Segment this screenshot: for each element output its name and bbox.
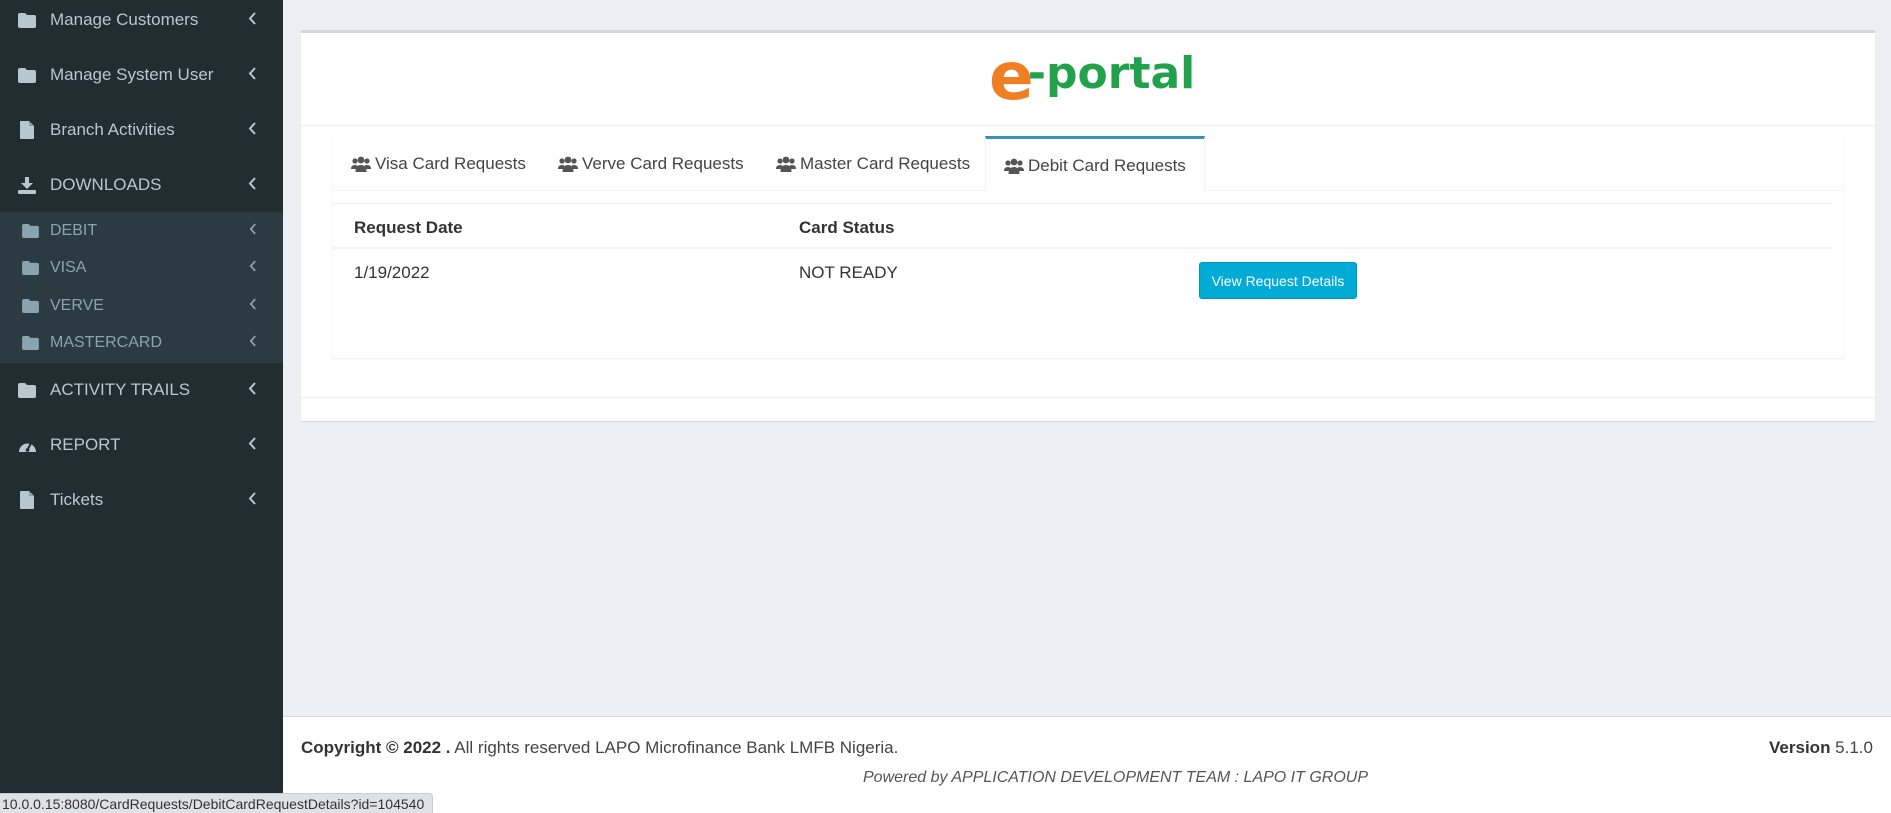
folder-icon xyxy=(16,382,38,398)
folder-icon xyxy=(16,12,38,28)
request-date-cell: 1/19/2022 xyxy=(354,263,430,282)
chevron-left-icon xyxy=(248,380,257,400)
sidebar-item-label: Manage System User xyxy=(50,65,214,84)
chevron-left-icon xyxy=(248,10,257,30)
submenu-item-label: VISA xyxy=(50,258,87,276)
divider xyxy=(301,397,1875,398)
status-bar-url: 10.0.0.15:8080/CardRequests/DebitCardReq… xyxy=(0,793,434,813)
column-header-card-status: Card Status xyxy=(799,218,895,237)
tab-label: Debit Card Requests xyxy=(1028,155,1186,175)
folder-icon xyxy=(20,260,40,275)
sidebar-item-branch-activities[interactable]: Branch Activities xyxy=(0,105,283,155)
logo-text: -portal xyxy=(1027,48,1196,99)
users-icon xyxy=(1004,158,1024,174)
chevron-left-icon xyxy=(248,175,257,195)
divider xyxy=(301,125,1875,126)
sidebar-item-activity-trails[interactable]: ACTIVITY TRAILS xyxy=(0,365,283,415)
logo-e-mark: e xyxy=(989,38,1034,115)
copyright-text: All rights reserved LAPO Microfinance Ba… xyxy=(450,738,899,757)
submenu-item-mastercard[interactable]: MASTERCARD xyxy=(0,324,283,361)
sidebar-item-tickets[interactable]: Tickets xyxy=(0,475,283,525)
chevron-left-icon xyxy=(249,334,257,352)
chevron-left-icon xyxy=(249,259,257,277)
sidebar-item-label: Manage Customers xyxy=(50,10,199,29)
card-request-tabs: Visa Card Requests Verve Card Requests M… xyxy=(333,136,1843,358)
sidebar-item-manage-system-user[interactable]: Manage System User xyxy=(0,50,283,100)
submenu-item-verve[interactable]: VERVE xyxy=(0,287,283,324)
users-icon xyxy=(776,156,796,172)
footer: Copyright © 2022 . All rights reserved L… xyxy=(283,716,1891,813)
submenu-item-label: MASTERCARD xyxy=(50,333,163,351)
tab-bar: Visa Card Requests Verve Card Requests M… xyxy=(333,136,1843,192)
sidebar-item-report[interactable]: REPORT xyxy=(0,420,283,470)
tab-label: Master Card Requests xyxy=(800,153,971,173)
sidebar-item-label: ACTIVITY TRAILS xyxy=(50,380,191,399)
sidebar-item-label: Branch Activities xyxy=(50,120,175,139)
version-value: 5.1.0 xyxy=(1830,738,1873,757)
submenu-item-label: DEBIT xyxy=(50,221,98,239)
tab-label: Verve Card Requests xyxy=(582,153,744,173)
file-icon xyxy=(16,121,38,139)
version-info: Version 5.1.0 xyxy=(1769,738,1873,758)
sidebar-item-label: DOWNLOADS xyxy=(50,175,162,194)
folder-icon xyxy=(20,298,40,313)
submenu-item-debit[interactable]: DEBIT xyxy=(0,212,283,249)
chevron-left-icon xyxy=(248,490,257,510)
chevron-left-icon xyxy=(248,435,257,455)
version-label: Version xyxy=(1769,738,1831,757)
view-request-details-button[interactable]: View Request Details xyxy=(1199,262,1357,299)
sidebar-item-label: Tickets xyxy=(50,490,104,509)
tab-debit-card-requests[interactable]: Debit Card Requests xyxy=(985,136,1205,192)
chevron-left-icon xyxy=(248,65,257,85)
content-box: e -portal Visa Card Requests Verve Card … xyxy=(301,30,1875,421)
folder-icon xyxy=(16,67,38,83)
file-icon xyxy=(16,491,38,509)
download-icon xyxy=(16,176,38,194)
copyright: Copyright © 2022 . All rights reserved L… xyxy=(301,738,898,758)
chevron-left-icon xyxy=(248,120,257,140)
users-icon xyxy=(558,156,578,172)
tab-visa-card-requests[interactable]: Visa Card Requests xyxy=(351,136,526,191)
submenu-item-label: VERVE xyxy=(50,296,104,314)
tab-master-card-requests[interactable]: Master Card Requests xyxy=(776,136,970,191)
submenu-item-visa[interactable]: VISA xyxy=(0,249,283,286)
card-status-cell: NOT READY xyxy=(799,263,898,282)
folder-icon xyxy=(20,335,40,350)
copyright-bold: Copyright © 2022 . xyxy=(301,738,451,757)
folder-icon xyxy=(20,223,40,238)
powered-by: Powered by APPLICATION DEVELOPMENT TEAM … xyxy=(863,769,1369,786)
tab-verve-card-requests[interactable]: Verve Card Requests xyxy=(558,136,744,191)
dashboard-icon xyxy=(16,438,38,453)
column-header-request-date: Request Date xyxy=(354,218,463,237)
sidebar-item-label: REPORT xyxy=(50,435,121,454)
sidebar-item-manage-customers[interactable]: Manage Customers xyxy=(0,0,283,45)
chevron-left-icon xyxy=(249,222,257,240)
table-header: Request Date Card Status xyxy=(333,203,1833,249)
chevron-left-icon xyxy=(249,297,257,315)
users-icon xyxy=(351,156,371,172)
tab-label: Visa Card Requests xyxy=(375,153,526,173)
downloads-submenu: DEBIT VISA VERVE MASTERCARD xyxy=(0,212,283,363)
eportal-logo: e -portal xyxy=(989,38,1196,115)
sidebar: Manage Customers Manage System User Bran… xyxy=(0,0,283,813)
sidebar-item-downloads[interactable]: DOWNLOADS xyxy=(0,160,283,210)
